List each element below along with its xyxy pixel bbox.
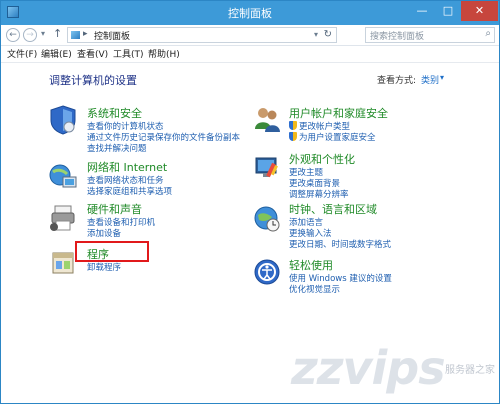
menu-bar: 文件(F) 编辑(E) 查看(V) 工具(T) 帮助(H) bbox=[1, 46, 499, 63]
forward-button[interactable]: → bbox=[23, 28, 37, 42]
programs-highlight-box bbox=[75, 241, 149, 262]
search-placeholder: 搜索控制面板 bbox=[370, 32, 425, 42]
category-clock-language-region[interactable]: 时钟、语言和区域 bbox=[289, 201, 377, 217]
system-security-icon[interactable] bbox=[49, 105, 77, 135]
menu-edit[interactable]: 编辑(E) bbox=[41, 47, 72, 60]
view-by-label: 查看方式: bbox=[377, 76, 417, 86]
close-button[interactable]: ✕ bbox=[461, 1, 498, 21]
category-user-accounts[interactable]: 用户帐户和家庭安全 bbox=[289, 105, 388, 121]
category-ease-of-access[interactable]: 轻松使用 bbox=[289, 257, 333, 273]
control-panel-window: 控制面板 — □ ✕ ← → ▾ ↑ ▸ 控制面板 ▾ ↻ 搜索控制面板 ⌕ 文… bbox=[0, 0, 500, 404]
link-family-safety-label: 为用户设置家庭安全 bbox=[299, 133, 376, 143]
hardware-sound-icon[interactable] bbox=[49, 203, 77, 233]
watermark-logo: zzvips bbox=[291, 341, 446, 395]
breadcrumb-chevron-icon[interactable]: ▸ bbox=[83, 29, 88, 39]
breadcrumb-control-panel[interactable]: 控制面板 bbox=[94, 29, 130, 42]
up-button[interactable]: ↑ bbox=[53, 27, 62, 40]
address-dropdown-icon[interactable]: ▾ bbox=[314, 30, 318, 39]
back-button[interactable]: ← bbox=[6, 28, 20, 42]
category-hardware-sound[interactable]: 硬件和声音 bbox=[87, 201, 142, 217]
menu-help[interactable]: 帮助(H) bbox=[148, 47, 180, 60]
maximize-button[interactable]: □ bbox=[435, 1, 461, 21]
network-internet-icon[interactable] bbox=[49, 161, 77, 191]
menu-file[interactable]: 文件(F) bbox=[7, 47, 37, 60]
control-panel-small-icon bbox=[71, 31, 80, 39]
menu-tools[interactable]: 工具(T) bbox=[113, 47, 144, 60]
link-optimize-visual-display[interactable]: 优化视觉显示 bbox=[289, 283, 340, 295]
link-homegroup[interactable]: 选择家庭组和共享选项 bbox=[87, 185, 172, 197]
address-field[interactable]: ▸ 控制面板 ▾ ↻ bbox=[67, 27, 337, 43]
title-bar: 控制面板 — □ ✕ bbox=[1, 1, 499, 25]
link-family-safety[interactable]: 为用户设置家庭安全 bbox=[289, 131, 376, 143]
page-title: 调整计算机的设置 bbox=[49, 74, 137, 87]
view-by-dropdown[interactable]: 类别 bbox=[421, 73, 439, 86]
address-bar-row: ← → ▾ ↑ ▸ 控制面板 ▾ ↻ 搜索控制面板 ⌕ bbox=[1, 25, 499, 46]
uac-shield-icon bbox=[289, 121, 297, 130]
view-by-arrow-icon[interactable]: ▾ bbox=[440, 73, 444, 82]
appearance-icon[interactable] bbox=[253, 153, 281, 183]
link-troubleshoot[interactable]: 查找并解决问题 bbox=[87, 142, 147, 154]
category-network-internet[interactable]: 网络和 Internet bbox=[87, 159, 167, 175]
refresh-icon[interactable]: ↻ bbox=[324, 29, 332, 40]
category-appearance[interactable]: 外观和个性化 bbox=[289, 151, 355, 167]
minimize-button[interactable]: — bbox=[409, 1, 435, 21]
link-uninstall-program[interactable]: 卸载程序 bbox=[87, 261, 121, 273]
uac-shield-icon bbox=[289, 132, 297, 141]
category-system-security[interactable]: 系统和安全 bbox=[87, 105, 142, 121]
user-accounts-icon[interactable] bbox=[253, 105, 281, 135]
menu-view[interactable]: 查看(V) bbox=[77, 47, 108, 60]
clock-language-region-icon[interactable] bbox=[253, 203, 281, 233]
search-input[interactable]: 搜索控制面板 ⌕ bbox=[365, 27, 495, 43]
programs-icon[interactable] bbox=[49, 247, 77, 277]
recent-pages-dropdown-icon[interactable]: ▾ bbox=[41, 29, 45, 38]
ease-of-access-icon[interactable] bbox=[253, 257, 281, 287]
link-add-device[interactable]: 添加设备 bbox=[87, 227, 121, 239]
search-icon[interactable]: ⌕ bbox=[485, 28, 491, 39]
watermark-subtitle: 服务器之家 bbox=[445, 365, 495, 376]
link-screen-resolution[interactable]: 调整屏幕分辨率 bbox=[289, 188, 349, 200]
link-change-date-time-format[interactable]: 更改日期、时间或数字格式 bbox=[289, 238, 391, 250]
